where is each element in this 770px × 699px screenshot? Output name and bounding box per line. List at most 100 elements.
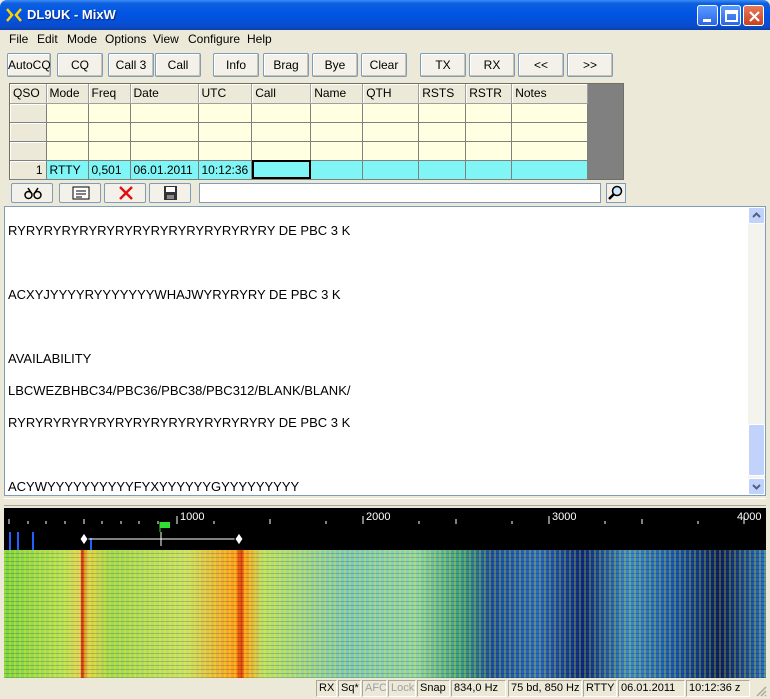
rx-line: ACXYJYYYYRYYYYYYYWHAJWYRYRYRY DE PBC 3 K bbox=[8, 287, 341, 302]
mixw-logo-icon bbox=[6, 8, 22, 22]
col-header-rsts[interactable]: RSTS bbox=[418, 84, 467, 104]
status-snap[interactable]: Snap bbox=[417, 680, 450, 697]
status-lock[interactable]: Lock bbox=[388, 680, 416, 697]
call-cell[interactable] bbox=[251, 160, 312, 180]
minimize-icon bbox=[703, 19, 711, 22]
macro-toolbar: AutoCQ CQ Call 3 Call Info Brag Bye Clea… bbox=[4, 50, 766, 82]
log-row-current: 1 RTTY 0,501 06.01.2011 10:12:36 bbox=[10, 160, 589, 180]
bye-button[interactable]: Bye bbox=[312, 53, 358, 77]
status-baud[interactable]: 75 bd, 850 Hz bbox=[508, 680, 582, 697]
waterfall-display[interactable] bbox=[4, 550, 766, 678]
scale-label: 1000 bbox=[180, 511, 205, 523]
qth-cell[interactable] bbox=[362, 160, 420, 180]
rx-line: ACYWYYYYYYYYYYFYXYYYYYYGYYYYYYYYY bbox=[8, 479, 300, 494]
col-header-name[interactable]: Name bbox=[310, 84, 364, 104]
panel-splitter[interactable] bbox=[4, 498, 766, 506]
menu-file[interactable]: File bbox=[9, 32, 28, 46]
autocq-button[interactable]: AutoCQ bbox=[7, 53, 51, 77]
cq-button[interactable]: CQ bbox=[57, 53, 103, 77]
resize-grip-icon[interactable] bbox=[755, 685, 767, 697]
col-header-date[interactable]: Date bbox=[130, 84, 199, 104]
card-icon bbox=[72, 186, 90, 200]
card-button[interactable] bbox=[59, 183, 101, 203]
name-cell[interactable] bbox=[310, 160, 364, 180]
next-button[interactable]: >> bbox=[567, 53, 613, 77]
menu-bar: File Edit Mode Options View Configure He… bbox=[4, 30, 766, 49]
rsts-cell[interactable] bbox=[418, 160, 467, 180]
scale-label: 4000 bbox=[737, 511, 762, 523]
rx-line: LBCWEZBHBC34/PBC36/PBC38/PBC312/BLANK/BL… bbox=[8, 383, 351, 398]
delete-button[interactable] bbox=[104, 183, 146, 203]
frequency-scale[interactable]: 1000 2000 3000 4000 bbox=[4, 508, 766, 550]
menu-configure[interactable]: Configure bbox=[188, 32, 240, 46]
menu-help[interactable]: Help bbox=[247, 32, 272, 46]
log-header-row: QSO Mode Freq Date UTC Call Name QTH RST… bbox=[10, 84, 589, 104]
status-date: 06.01.2011 bbox=[618, 680, 685, 697]
scroll-thumb[interactable] bbox=[748, 424, 765, 476]
menu-mode[interactable]: Mode bbox=[67, 32, 97, 46]
rstr-cell[interactable] bbox=[465, 160, 513, 180]
maximize-button[interactable] bbox=[720, 5, 741, 26]
menu-view[interactable]: View bbox=[153, 32, 179, 46]
binoculars-icon bbox=[24, 187, 42, 200]
info-button[interactable]: Info bbox=[213, 53, 259, 77]
col-header-notes[interactable]: Notes bbox=[511, 84, 589, 104]
receive-text-panel[interactable]: RYRYRYRYRYRYRYRYRYRYRYRYRYRYRY DE PBC 3 … bbox=[4, 206, 766, 496]
search-icon bbox=[608, 185, 623, 200]
scroll-up-button[interactable] bbox=[748, 207, 765, 224]
save-button[interactable] bbox=[149, 183, 191, 203]
minimize-button[interactable] bbox=[697, 5, 718, 26]
tx-button[interactable]: TX bbox=[420, 53, 466, 77]
lookup-button[interactable] bbox=[11, 183, 53, 203]
title-bar: DL9UK - MixW bbox=[0, 0, 770, 30]
col-header-rstr[interactable]: RSTR bbox=[465, 84, 513, 104]
maximize-icon bbox=[725, 10, 738, 22]
find-button[interactable] bbox=[606, 183, 626, 203]
qso-number: 1 bbox=[10, 160, 47, 180]
col-header-call[interactable]: Call bbox=[251, 84, 312, 104]
col-header-utc[interactable]: UTC bbox=[198, 84, 253, 104]
close-icon bbox=[749, 11, 760, 22]
col-header-mode[interactable]: Mode bbox=[46, 84, 89, 104]
log-toolbar bbox=[9, 182, 629, 204]
notes-cell[interactable] bbox=[511, 160, 589, 180]
col-header-freq[interactable]: Freq bbox=[88, 84, 131, 104]
brag-button[interactable]: Brag bbox=[263, 53, 309, 77]
rx-line: RYRYRYRYRYRYRYRYRYRYRYRYRYRYRY DE PBC 3 … bbox=[8, 415, 351, 430]
window-title: DL9UK - MixW bbox=[27, 7, 116, 22]
status-bar: RX Sq* AFC Lock Snap 834,0 Hz 75 bd, 850… bbox=[0, 678, 770, 699]
utc-cell[interactable]: 10:12:36 bbox=[198, 160, 253, 180]
status-squelch[interactable]: Sq* bbox=[338, 680, 361, 697]
chevron-down-icon bbox=[752, 484, 761, 490]
col-header-qth[interactable]: QTH bbox=[362, 84, 420, 104]
close-button[interactable] bbox=[743, 5, 764, 26]
mode-cell[interactable]: RTTY bbox=[46, 160, 89, 180]
clear-button[interactable]: Clear bbox=[361, 53, 407, 77]
freq-cell[interactable]: 0,501 bbox=[88, 160, 131, 180]
col-header-qso[interactable]: QSO bbox=[10, 84, 47, 104]
call-button[interactable]: Call bbox=[155, 53, 201, 77]
scale-label: 2000 bbox=[366, 511, 391, 523]
call3-button[interactable]: Call 3 bbox=[108, 53, 154, 77]
log-row-empty bbox=[10, 103, 589, 123]
send-text-input[interactable] bbox=[199, 183, 601, 203]
rx-line: AVAILABILITY bbox=[8, 351, 92, 366]
log-row-empty bbox=[10, 141, 589, 161]
menu-options[interactable]: Options bbox=[105, 32, 146, 46]
scale-label: 3000 bbox=[552, 511, 577, 523]
rx-line: RYRYRYRYRYRYRYRYRYRYRYRYRYRYRY DE PBC 3 … bbox=[8, 223, 351, 238]
qso-log-grid: QSO Mode Freq Date UTC Call Name QTH RST… bbox=[9, 83, 624, 180]
status-mode[interactable]: RTTY bbox=[583, 680, 617, 697]
chevron-up-icon bbox=[752, 212, 761, 218]
status-afc[interactable]: AFC bbox=[362, 680, 387, 697]
status-frequency: 834,0 Hz bbox=[451, 680, 506, 697]
status-rx[interactable]: RX bbox=[316, 680, 337, 697]
scroll-down-button[interactable] bbox=[748, 478, 765, 495]
status-time: 10:12:36 z bbox=[686, 680, 750, 697]
save-icon bbox=[164, 186, 177, 200]
menu-edit[interactable]: Edit bbox=[37, 32, 58, 46]
date-cell[interactable]: 06.01.2011 bbox=[130, 160, 199, 180]
prev-button[interactable]: << bbox=[518, 53, 564, 77]
vertical-scrollbar[interactable] bbox=[748, 207, 765, 495]
rx-button[interactable]: RX bbox=[469, 53, 515, 77]
